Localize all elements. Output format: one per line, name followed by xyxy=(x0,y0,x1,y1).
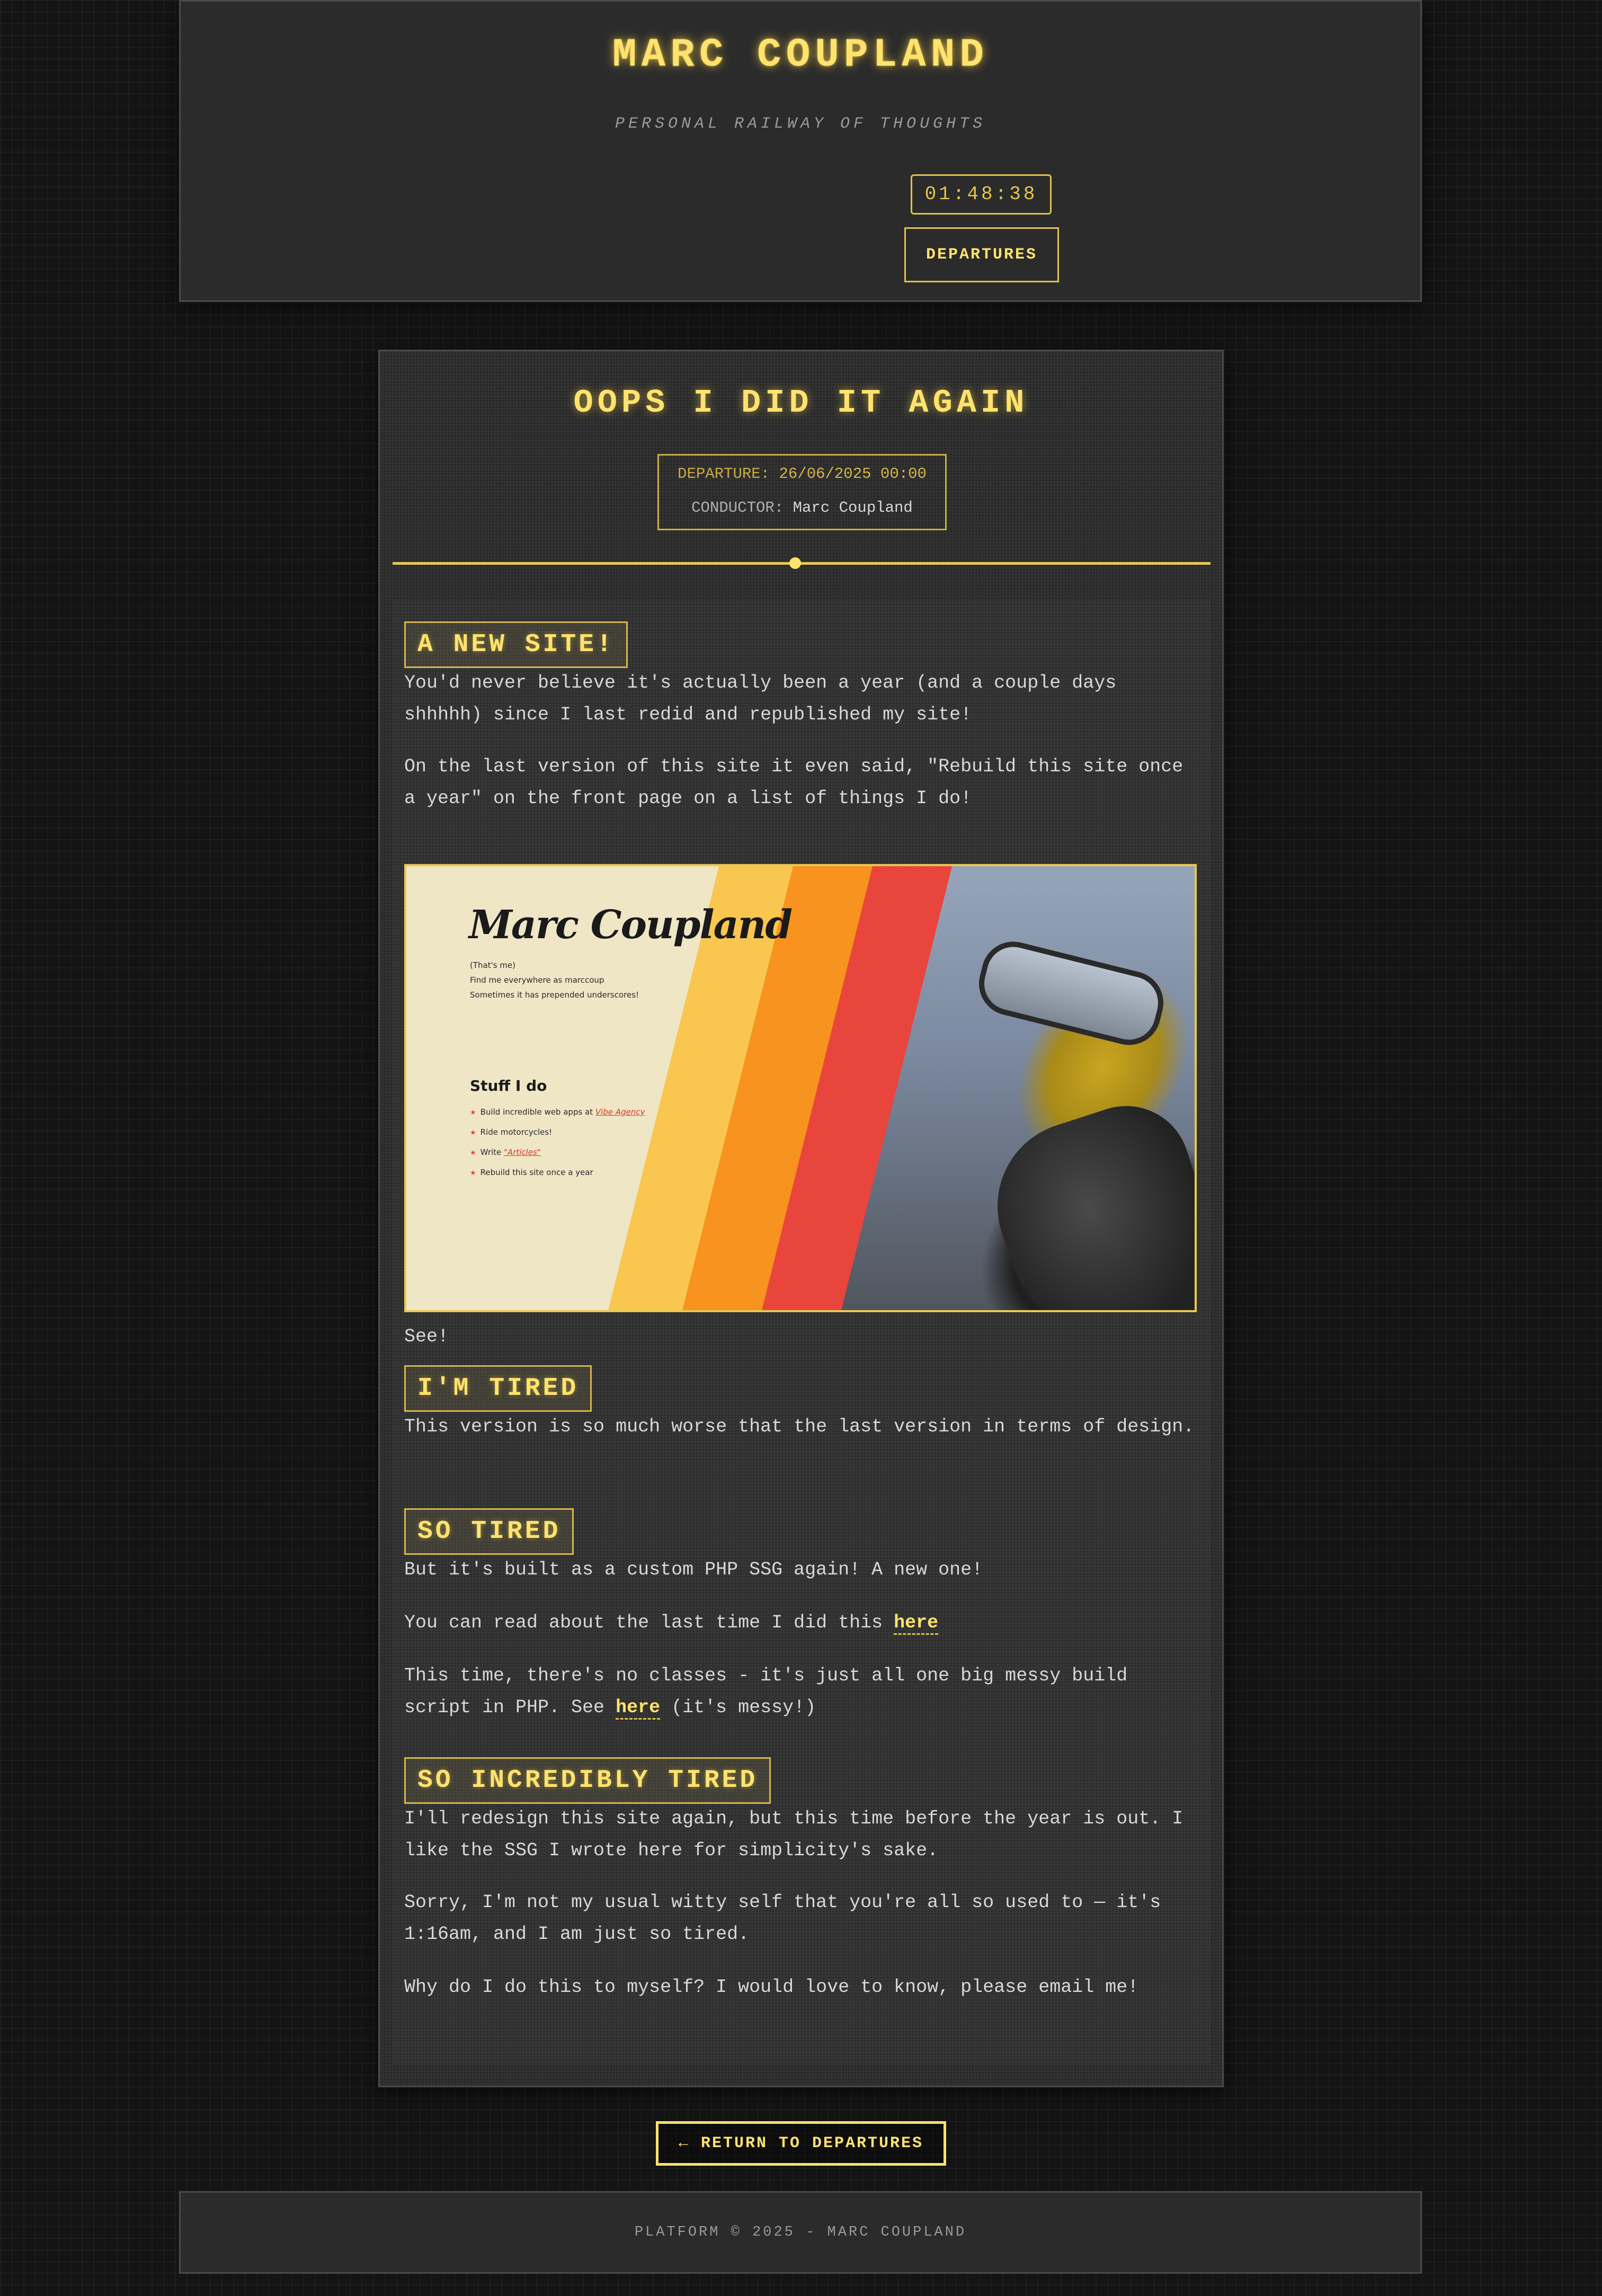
list-item: Rebuild this site once a year xyxy=(470,1163,645,1183)
list-item-link: "Articles" xyxy=(504,1147,541,1157)
departure-value: 26/06/2025 00:00 xyxy=(779,465,927,483)
section-heading-new-site: A NEW SITE! xyxy=(404,621,628,668)
paragraph: I'll redesign this site again, but this … xyxy=(404,1808,1183,1861)
screenshot-stuff-heading: Stuff I do xyxy=(470,1077,547,1094)
list-item: Write "Articles" xyxy=(470,1143,645,1163)
list-item-link: Vibe Agency xyxy=(595,1107,645,1117)
paragraph-text: (it's messy!) xyxy=(660,1697,816,1718)
section-heading-so-tired: SO TIRED xyxy=(404,1508,574,1555)
site-tagline: PERSONAL RAILWAY OF THOUGHTS xyxy=(615,115,986,133)
conductor-label: CONDUCTOR: xyxy=(691,499,784,517)
list-item: Ride motorcycles! xyxy=(470,1123,645,1143)
conductor-value: Marc Coupland xyxy=(793,499,913,517)
here-link[interactable]: here xyxy=(894,1612,939,1635)
footer-copyright: PLATFORM © 2025 - MARC COUPLAND xyxy=(634,2224,967,2240)
paragraph-text: You can read about the last time I did t… xyxy=(404,1612,894,1633)
screenshot-name: Marc Coupland xyxy=(469,902,793,948)
section-heading-incredibly-tired: SO INCREDIBLY TIRED xyxy=(404,1757,771,1804)
list-item-text: Ride motorcycles! xyxy=(480,1127,553,1137)
clock-display: 01:48:38 xyxy=(911,174,1052,215)
list-item-text: Rebuild this site once a year xyxy=(480,1168,593,1177)
departures-nav-button[interactable]: DEPARTURES xyxy=(904,227,1059,282)
paragraph: See! xyxy=(404,1326,449,1347)
site-footer: PLATFORM © 2025 - MARC COUPLAND xyxy=(179,2191,1422,2274)
screenshot-line: Sometimes it has prepended underscores! xyxy=(470,990,639,1000)
paragraph: On the last version of this site it even… xyxy=(404,756,1183,809)
old-site-screenshot: Marc Coupland (That's me) Find me everyw… xyxy=(404,864,1197,1312)
screenshot-stuff-list: Build incredible web apps at Vibe Agency… xyxy=(470,1102,645,1183)
screenshot-line: (That's me) xyxy=(470,960,515,970)
post-title: OOPS I DID IT AGAIN xyxy=(573,384,1029,422)
here-link[interactable]: here xyxy=(616,1697,661,1720)
post-body: A NEW SITE! You'd never believe it's act… xyxy=(393,600,1211,2064)
post-meta-box: DEPARTURE: 26/06/2025 00:00 CONDUCTOR: M… xyxy=(657,454,947,530)
screenshot-line: Find me everywhere as marccoup xyxy=(470,975,604,985)
conductor-line: CONDUCTOR: Marc Coupland xyxy=(659,499,945,517)
paragraph: But it's built as a custom PHP SSG again… xyxy=(404,1559,983,1580)
rail-dot-icon xyxy=(789,557,801,569)
list-item-text: Build incredible web apps at xyxy=(480,1107,595,1117)
site-title[interactable]: MARC COUPLAND xyxy=(181,32,1420,78)
paragraph: You'd never believe it's actually been a… xyxy=(404,672,1117,725)
post-card: OOPS I DID IT AGAIN DEPARTURE: 26/06/202… xyxy=(378,350,1224,2087)
site-header: MARC COUPLAND PERSONAL RAILWAY OF THOUGH… xyxy=(179,0,1422,302)
departure-label: DEPARTURE: xyxy=(678,465,770,483)
return-to-departures-button[interactable]: ← RETURN TO DEPARTURES xyxy=(656,2121,946,2166)
paragraph: This version is so much worse that the l… xyxy=(404,1416,1195,1437)
rail-divider xyxy=(393,562,1211,565)
paragraph: Why do I do this to myself? I would love… xyxy=(404,1977,1139,1998)
paragraph: Sorry, I'm not my usual witty self that … xyxy=(404,1892,1161,1945)
section-heading-tired: I'M TIRED xyxy=(404,1365,592,1412)
departure-line: DEPARTURE: 26/06/2025 00:00 xyxy=(659,465,945,483)
list-item: Build incredible web apps at Vibe Agency xyxy=(470,1102,645,1123)
paragraph-with-link: You can read about the last time I did t… xyxy=(404,1607,1199,1639)
list-item-text: Write xyxy=(480,1147,504,1157)
paragraph-with-link: This time, there's no classes - it's jus… xyxy=(404,1660,1199,1723)
